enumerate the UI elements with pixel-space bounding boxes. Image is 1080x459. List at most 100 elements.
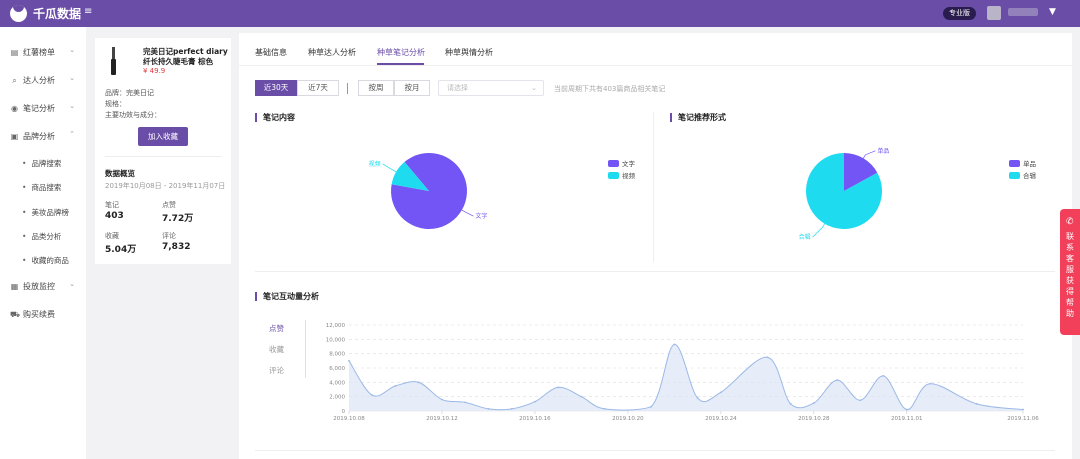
data-point[interactable]: [603, 407, 606, 410]
x-tick-label: 2019.10.28: [798, 416, 830, 422]
sidebar-item-rankings[interactable]: ▤ 红薯榜单 ⌄: [0, 41, 86, 63]
x-tick-label: 2019.10.16: [519, 416, 551, 422]
period-select[interactable]: 请选择 ⌄: [438, 80, 544, 96]
stat-label-likes: 点赞: [162, 201, 176, 209]
product-name[interactable]: 完美日记perfect diary纤长持久睫毛膏 棕色: [143, 47, 229, 67]
data-point[interactable]: [766, 356, 769, 359]
metric-comments[interactable]: 评论: [269, 365, 284, 376]
metric-collects[interactable]: 收藏: [269, 344, 284, 355]
column-divider: [653, 112, 654, 262]
pie-label: 文字: [475, 212, 487, 220]
pie-label: 视频: [369, 160, 381, 168]
data-point[interactable]: [510, 407, 513, 410]
pie-leader-line: [812, 223, 825, 238]
data-point[interactable]: [673, 343, 676, 346]
data-point[interactable]: [789, 402, 792, 405]
section-title-note-form: 笔记推荐形式: [670, 113, 726, 122]
data-point[interactable]: [464, 401, 467, 404]
username-blurred[interactable]: [1008, 8, 1038, 16]
metric-divider: [305, 320, 306, 378]
legend-swatch: [608, 171, 619, 179]
brand-icon: ▣: [10, 131, 19, 141]
sidebar-sub-favorites[interactable]: 收藏的商品: [22, 255, 69, 266]
data-point[interactable]: [929, 382, 931, 385]
data-point[interactable]: [859, 399, 862, 402]
data-point[interactable]: [487, 407, 490, 410]
pie-leader-line: [461, 209, 474, 217]
data-point[interactable]: [650, 405, 653, 408]
legend-item-text[interactable]: 文字: [608, 158, 635, 168]
sidebar-item-label: 品牌分析: [23, 131, 55, 141]
y-tick-label: 12,000: [326, 323, 346, 329]
range-7d-button[interactable]: 近7天: [297, 80, 339, 96]
logo-icon: [10, 5, 27, 22]
main-panel: 基础信息 种草达人分析 种草笔记分析 种草舆情分析 近30天 近7天 按周 按月…: [239, 33, 1072, 459]
tab-basic-info[interactable]: 基础信息: [255, 47, 287, 58]
sidebar-item-kol[interactable]: ⌕ 达人分析 ⌄: [0, 69, 86, 91]
period-month-button[interactable]: 按月: [394, 80, 430, 96]
sidebar-item-purchase[interactable]: ⛟ 购买续费: [0, 303, 86, 325]
chevron-down-icon: ⌄: [531, 84, 537, 92]
filter-separator: [347, 83, 348, 94]
data-point[interactable]: [836, 379, 838, 382]
sidebar-item-label: 投放监控: [23, 281, 55, 291]
add-favorite-button[interactable]: 加入收藏: [138, 127, 188, 146]
data-point[interactable]: [371, 394, 374, 397]
tab-note-analysis[interactable]: 种草笔记分析: [377, 47, 425, 58]
sidebar-sub-category[interactable]: 品类分析: [22, 231, 61, 242]
data-point[interactable]: [719, 391, 722, 394]
data-point[interactable]: [882, 374, 885, 377]
data-point[interactable]: [1022, 408, 1024, 411]
menu-toggle-icon[interactable]: ≡: [84, 6, 92, 17]
pie-leader-line: [863, 150, 876, 159]
chevron-down-icon: ⌄: [69, 102, 75, 110]
caret-down-icon[interactable]: ▼: [1049, 7, 1056, 17]
phone-icon: ✆: [1066, 217, 1074, 227]
metric-likes[interactable]: 点赞: [269, 323, 284, 334]
period-week-button[interactable]: 按周: [358, 80, 394, 96]
legend-swatch: [1009, 159, 1020, 167]
data-point[interactable]: [975, 402, 978, 405]
tab-divider: [239, 65, 1072, 66]
data-point[interactable]: [394, 385, 397, 387]
area-chart-interaction: 0 2,000 4,000 6,000 8,000 10,000 12,000 2019.10…: [326, 323, 1039, 422]
select-placeholder: 请选择: [447, 84, 468, 92]
x-tick-label: 2019.11.06: [1007, 416, 1039, 422]
x-tick-label: 2019.10.08: [333, 416, 365, 422]
data-point[interactable]: [348, 359, 350, 362]
sidebar-item-monitor[interactable]: ▦ 投放监控 ⌄: [0, 275, 86, 297]
legend-item-video[interactable]: 视频: [608, 170, 635, 180]
sidebar-item-notes[interactable]: ◉ 笔记分析 ⌄: [0, 97, 86, 119]
data-point[interactable]: [696, 397, 699, 399]
data-point[interactable]: [534, 400, 536, 403]
legend-label: 单品: [1023, 160, 1036, 168]
help-button[interactable]: ✆ 联系客服获得帮助: [1060, 209, 1080, 335]
tab-kol-analysis[interactable]: 种草达人分析: [308, 47, 356, 58]
legend-item-single[interactable]: 单品: [1009, 158, 1036, 168]
avatar[interactable]: [987, 6, 1001, 20]
divider: [105, 156, 222, 157]
sidebar-sub-brand-search[interactable]: 品牌搜索: [22, 158, 61, 169]
x-tick-label: 2019.10.20: [612, 416, 644, 422]
data-point[interactable]: [557, 386, 560, 389]
pie-label: 合辑: [799, 233, 811, 241]
data-point[interactable]: [441, 398, 443, 401]
pie-leader-line: [382, 163, 397, 173]
data-point[interactable]: [812, 402, 815, 405]
sidebar-sub-product-search[interactable]: 商品搜索: [22, 182, 61, 193]
y-tick-label: 0: [342, 409, 346, 415]
sidebar-sub-beauty-ranking[interactable]: 美妆品牌榜: [22, 207, 69, 218]
sidebar-item-brand[interactable]: ▣ 品牌分析 ⌃: [0, 125, 86, 147]
range-30d-button[interactable]: 近30天: [255, 80, 297, 96]
data-point[interactable]: [905, 408, 908, 411]
data-point[interactable]: [580, 395, 583, 398]
x-tick-label: 2019.10.12: [426, 416, 458, 422]
pie-chart-note-content: 文字 视频: [369, 153, 487, 229]
chevron-down-icon: ⌄: [69, 74, 75, 82]
data-point[interactable]: [417, 381, 420, 384]
stat-label-collects: 收藏: [105, 232, 119, 240]
legend-item-collection[interactable]: 合辑: [1009, 170, 1036, 180]
app-name: 千瓜数据: [33, 7, 82, 21]
app-logo[interactable]: 千瓜数据: [10, 5, 81, 22]
tab-sentiment-analysis[interactable]: 种草舆情分析: [445, 47, 493, 58]
